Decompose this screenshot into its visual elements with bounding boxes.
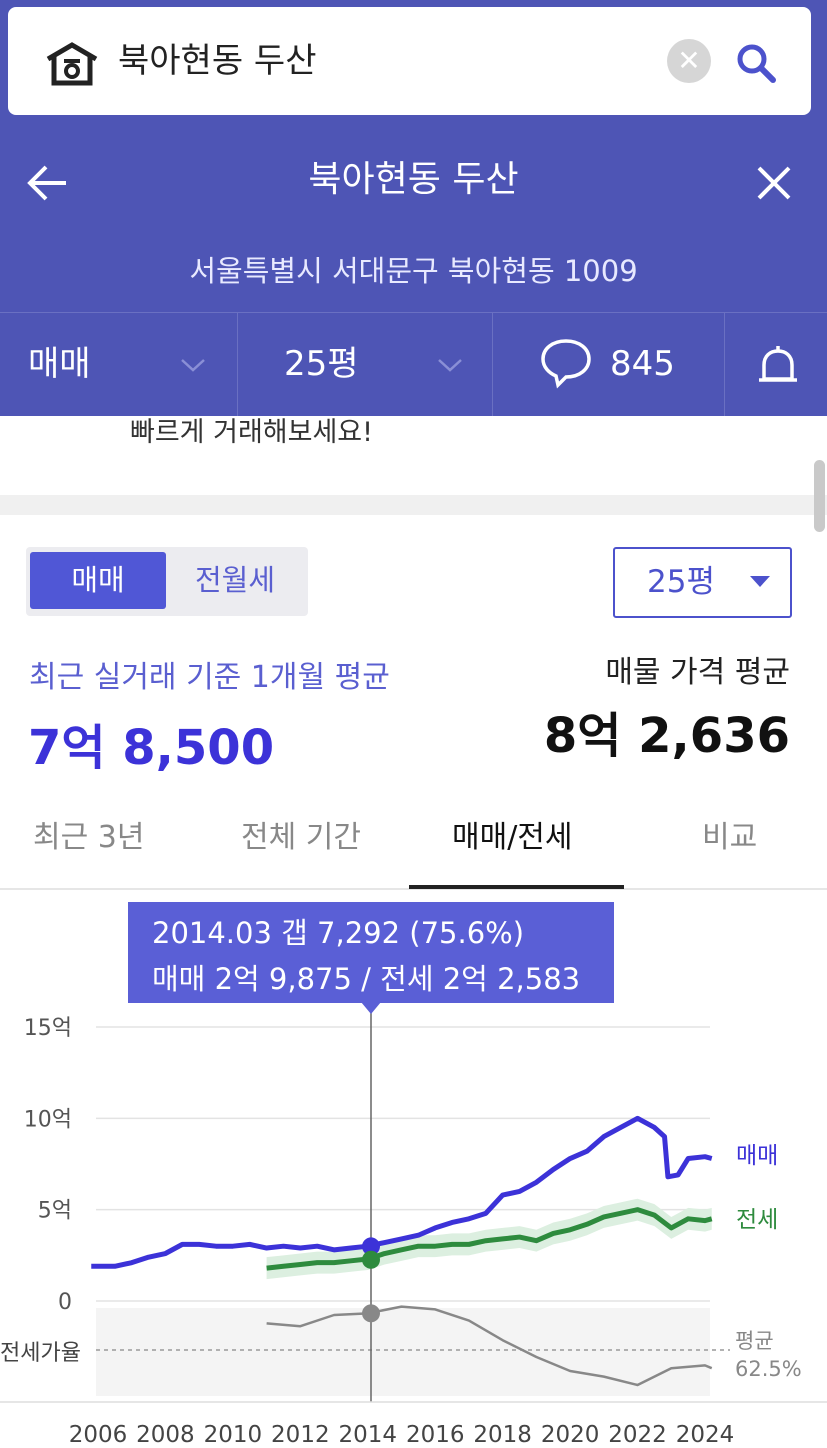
deal-type-toggle: 매매 전월세 [26, 547, 308, 616]
y-tick-label: 0 [58, 1290, 72, 1315]
search-icon[interactable] [736, 43, 778, 85]
tooltip-line-1: 2014.03 갭 7,292 (75.6%) [152, 916, 525, 950]
tab-sale-jeonse[interactable]: 매매/전세 [452, 812, 573, 856]
y-tick-label: 10억 [24, 1107, 72, 1132]
address: 서울특별시 서대문구 북아현동 1009 [189, 254, 638, 288]
ratio-panel-label: 전세가율 [0, 1341, 81, 1366]
search-input[interactable]: 북아현동 두산 [118, 7, 317, 115]
x-tick-label: 2018 [473, 1422, 532, 1448]
chart-tooltip: 2014.03 갭 7,292 (75.6%) 매매 2억 9,875 / 전세… [128, 902, 614, 1003]
comment-count[interactable]: 845 [610, 313, 675, 416]
page-title: 북아현동 두산 [308, 159, 519, 200]
jeonse-marker [362, 1250, 380, 1269]
x-tick-label: 2014 [339, 1422, 398, 1448]
recent-price-label: 최근 실거래 기준 1개월 평균 [29, 660, 390, 695]
tooltip-line-2: 매매 2억 9,875 / 전세 2억 2,583 [152, 962, 581, 996]
clear-icon[interactable]: ✕ [667, 39, 711, 83]
chevron-down-icon [181, 359, 205, 372]
x-tick-label: 2022 [608, 1422, 667, 1448]
listing-price-value: 8억 2,636 [543, 708, 790, 764]
filter-bar: 매매 25평 845 [0, 312, 827, 416]
bell-icon[interactable] [756, 345, 800, 391]
y-tick-label: 15억 [24, 1016, 72, 1041]
x-tick-label: 2006 [69, 1422, 128, 1448]
y-tick-label: 5억 [38, 1199, 72, 1224]
clear-glyph: ✕ [677, 44, 701, 77]
x-tick-label: 2016 [406, 1422, 465, 1448]
tab-compare[interactable]: 비교 [702, 812, 757, 856]
x-tick-label: 2024 [676, 1422, 735, 1448]
chevron-down-icon [438, 359, 462, 372]
home-logo-icon [46, 42, 98, 86]
x-tick-label: 2020 [541, 1422, 600, 1448]
x-tick-label: 2012 [271, 1422, 330, 1448]
size-select[interactable]: 25평 [613, 547, 792, 618]
size-select-label: 25평 [647, 564, 715, 600]
recent-price-value: 7억 8,500 [28, 720, 275, 776]
divider [237, 313, 238, 416]
toggle-sale[interactable]: 매매 [30, 552, 166, 609]
caret-down-icon [750, 576, 770, 587]
promo-text: 빠르게 거래해보세요! [130, 417, 373, 448]
section-separator [0, 495, 827, 515]
ratio-marker [362, 1304, 380, 1323]
deal-type-dropdown[interactable]: 매매 [28, 313, 91, 416]
legend-jeonse: 전세 [736, 1207, 778, 1233]
ratio-panel-bg [96, 1308, 710, 1396]
top-bar: 북아현동 두산 ✕ 북아현동 두산 서울특별시 서대문구 북아현동 1009 [0, 0, 827, 312]
average-value: 62.5% [735, 1357, 802, 1381]
average-label: 평균 [735, 1329, 774, 1353]
listing-price-label: 매물 가격 평균 [605, 655, 790, 690]
divider [492, 313, 493, 416]
tab-all-period[interactable]: 전체 기간 [241, 812, 361, 856]
close-icon[interactable] [756, 165, 792, 201]
chat-bubble-icon[interactable] [540, 337, 592, 389]
tooltip-pointer [361, 1002, 381, 1014]
x-tick-label: 2010 [204, 1422, 263, 1448]
search-box[interactable]: 북아현동 두산 ✕ [8, 7, 811, 115]
x-tick-label: 2008 [136, 1422, 195, 1448]
tab-recent-3y[interactable]: 최근 3년 [33, 812, 144, 856]
toggle-rent[interactable]: 전월세 [166, 552, 304, 609]
scrollbar-thumb[interactable] [814, 460, 825, 532]
size-dropdown[interactable]: 25평 [284, 313, 359, 416]
divider [724, 313, 725, 416]
active-tab-indicator [409, 885, 624, 889]
legend-sale: 매매 [736, 1143, 778, 1169]
